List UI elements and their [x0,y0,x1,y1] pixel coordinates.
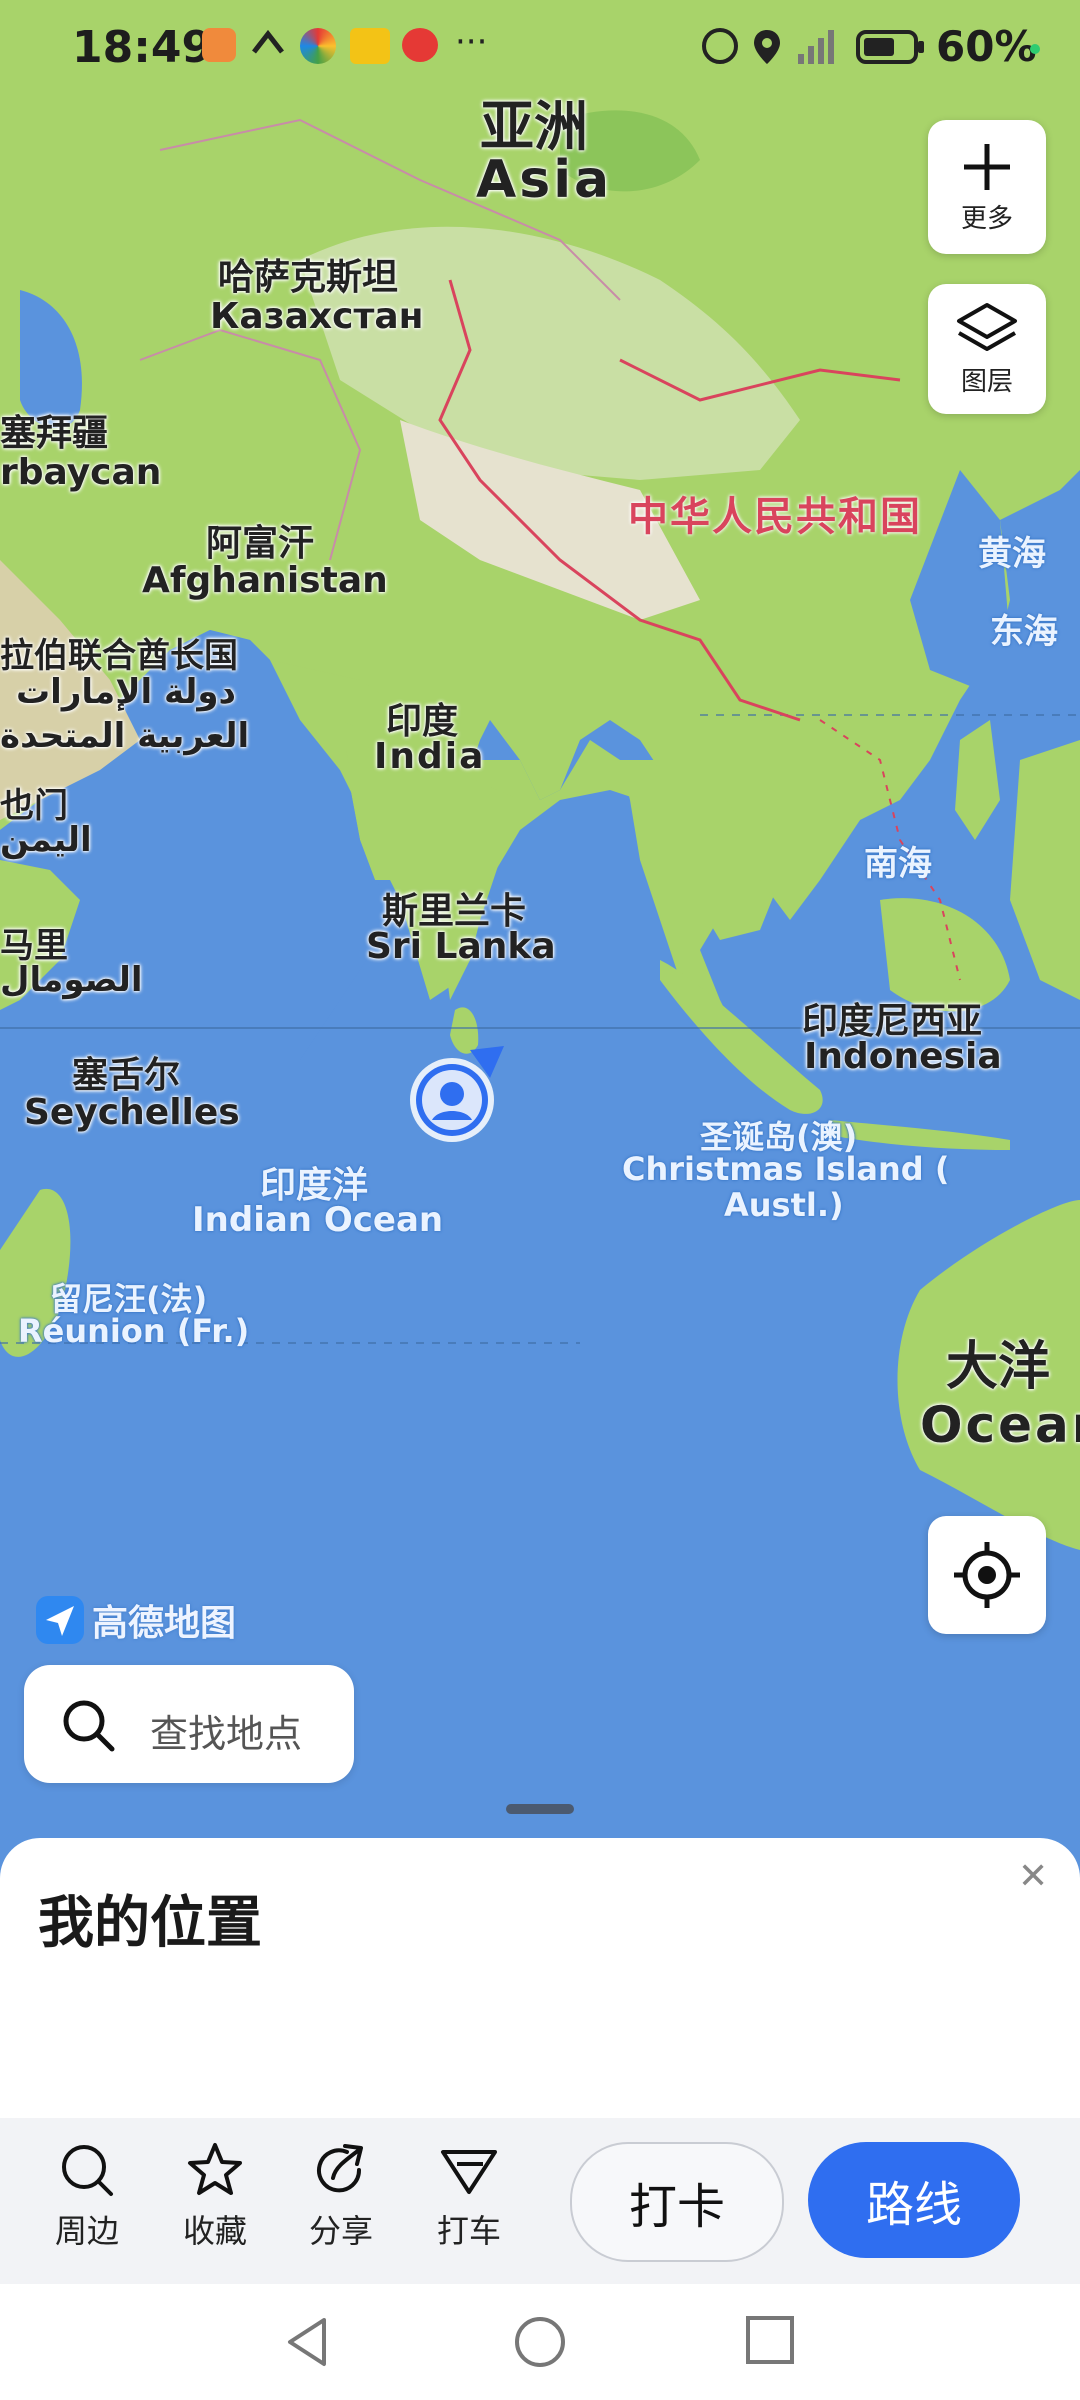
action-nearby-label: 周边 [54,2212,119,2250]
search-icon [62,2145,113,2196]
label-christmas-en1: Christmas Island ( [622,1150,950,1188]
recents-icon[interactable] [744,2314,796,2366]
action-taxi-label: 打车 [436,2212,501,2250]
amap-logo-text: 高德地图 [92,1603,237,1644]
back-icon[interactable] [282,2314,332,2370]
current-location-marker[interactable] [408,1046,504,1142]
label-india-en: India [374,736,486,777]
news-app-icon [350,28,390,64]
search-box[interactable]: 查找地点 [24,1665,354,1783]
label-seychelles-en: Seychelles [24,1092,240,1133]
star-icon [188,2143,242,2195]
alarm-icon [702,28,738,64]
label-azerbaijan-zh: 塞拜疆 [0,413,109,454]
status-time: 18:49 [72,22,213,73]
action-share-label: 分享 [308,2212,373,2250]
search-icon [63,1700,115,1752]
label-uae-zh: 拉伯联合酋长国 [0,636,238,676]
label-yellow-sea: 黄海 [978,534,1046,574]
label-afghanistan-en: Afghanistan [142,560,388,601]
layers-label: 图层 [960,366,1013,397]
action-favorite[interactable]: 收藏 [160,2140,270,2252]
battery-percent: 60% [936,22,1037,71]
action-share[interactable]: 分享 [286,2140,396,2252]
weibo-icon [402,28,438,62]
label-yemen-ar: اليمن [0,820,92,860]
action-nearby[interactable]: 周边 [32,2140,142,2252]
label-azerbaijan-en: rbaycan [0,452,162,493]
system-nav-bar [0,2284,1080,2400]
label-asia-en: Asia [476,150,613,210]
label-seychelles-zh: 塞舌尔 [72,1055,181,1096]
amap-logo: 高德地图 [36,1594,236,1646]
layers-button[interactable]: 图层 [928,284,1046,414]
label-oceania-en: Ocean [920,1396,1080,1454]
taxi-icon [441,2150,497,2194]
label-ocean-en: Indian Ocean [192,1200,444,1240]
label-oceania-zh: 大洋 [946,1337,1051,1397]
amap-logo-icon [36,1596,84,1644]
action-favorite-label: 收藏 [182,2212,247,2250]
more-label: 更多 [960,203,1013,234]
label-srilanka-en: Sri Lanka [366,926,556,967]
crosshair-icon [954,1542,1020,1608]
browser-icon [300,28,336,64]
route-button[interactable]: 路线 [808,2142,1020,2258]
home-icon[interactable] [512,2314,568,2370]
sync-icon [250,28,286,62]
checkin-button[interactable]: 打卡 [570,2142,784,2262]
label-uae-ar2: العربية المتحدة [0,716,250,756]
share-icon [317,2144,363,2193]
action-bar: 周边 收藏 分享 打车 打卡 路线 [0,2118,1080,2284]
label-china: 中华人民共和国 [628,494,922,540]
location-pin-icon [752,28,782,70]
label-kazakhstan-zh: 哈萨克斯坦 [218,257,399,298]
more-notifications-icon: ··· [455,22,488,62]
more-button[interactable]: 更多 [928,120,1046,254]
plus-icon [964,143,1010,190]
label-east-sea: 东海 [990,612,1058,652]
locate-me-button[interactable] [928,1516,1046,1634]
sheet-drag-handle[interactable] [506,1804,574,1814]
battery-icon [856,28,926,70]
close-icon[interactable]: ✕ [1018,1856,1048,1897]
signal-icon [796,28,836,70]
action-taxi[interactable]: 打车 [414,2140,524,2252]
label-somalia-ar: الصومال [0,960,143,1000]
label-afghanistan-zh: 阿富汗 [206,523,315,564]
search-placeholder: 查找地点 [150,1712,303,1756]
sheet-title: 我的位置 [38,1891,262,1956]
app-notification-icon [202,28,236,62]
label-uae-ar1: دولة الإمارات [16,672,236,712]
status-dot-icon [1030,44,1040,54]
label-indonesia-en: Indonesia [804,1036,1002,1077]
label-south-sea: 南海 [864,844,932,884]
layers-icon [957,302,1017,351]
label-reunion-en: Réunion (Fr.) [18,1312,250,1350]
label-christmas-en2: Austl.) [724,1186,844,1224]
label-kazakhstan-local: Казахстан [210,296,424,337]
